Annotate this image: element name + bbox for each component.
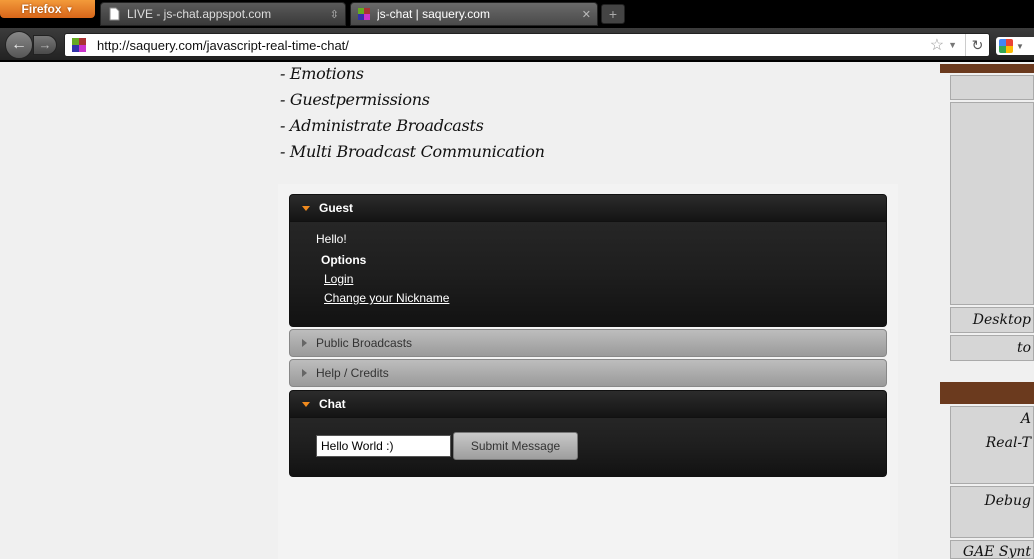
- feature-item: - Multi Broadcast Communication: [280, 142, 545, 161]
- search-engine-selector[interactable]: ▼: [996, 37, 1034, 55]
- sidebar-header-bar: [940, 64, 1034, 73]
- panel-title: Help / Credits: [316, 366, 389, 380]
- sidebar-box: [950, 75, 1034, 100]
- page-content: - Emotions - Guestpermissions - Administ…: [0, 64, 1034, 559]
- firefox-menu-button[interactable]: Firefox ▼: [0, 0, 95, 18]
- close-tab-icon[interactable]: ✕: [582, 8, 591, 21]
- sidebar-link-box[interactable]: A Real-T: [950, 406, 1034, 484]
- expanded-arrow-icon: [302, 205, 310, 211]
- tab-live-js-chat[interactable]: LIVE - js-chat.appspot.com ⇳: [100, 2, 346, 26]
- navigation-toolbar: ← → http://saquery.com/javascript-real-t…: [0, 28, 1034, 62]
- feature-item: - Emotions: [280, 64, 364, 83]
- feature-list: - Emotions - Guestpermissions - Administ…: [280, 64, 680, 168]
- submit-message-button[interactable]: Submit Message: [453, 432, 578, 460]
- tab-title: js-chat | saquery.com: [377, 7, 490, 21]
- sidebar-link[interactable]: Real-T: [951, 431, 1031, 455]
- chevron-down-icon: ▼: [1016, 41, 1024, 51]
- new-tab-button[interactable]: +: [601, 4, 625, 24]
- chat-panel-body: Submit Message: [289, 418, 887, 477]
- site-favicon-icon: [72, 38, 86, 52]
- sidebar-link[interactable]: Debug: [950, 486, 1034, 538]
- chat-widget: Guest Hello! Options Login Change your N…: [278, 184, 898, 559]
- sidebar-link[interactable]: GAE Synt: [950, 540, 1034, 559]
- reload-button[interactable]: ↻: [965, 34, 989, 56]
- firefox-menu-label: Firefox: [21, 2, 62, 16]
- chat-panel-header[interactable]: Chat: [289, 390, 887, 418]
- page-icon: [109, 7, 120, 21]
- sidebar-link[interactable]: Desktop: [950, 307, 1034, 333]
- chevron-down-icon: ▼: [65, 4, 74, 14]
- chat-message-input[interactable]: [316, 435, 451, 457]
- change-nickname-link[interactable]: Change your Nickname: [324, 291, 449, 305]
- tab-js-chat-saquery[interactable]: js-chat | saquery.com ✕: [350, 2, 598, 26]
- options-heading: Options: [321, 253, 367, 267]
- collapsed-arrow-icon: [302, 339, 307, 347]
- right-sidebar: Desktop to A Real-T Debug GAE Synt: [940, 64, 1034, 559]
- tab-title: LIVE - js-chat.appspot.com: [127, 7, 272, 21]
- collapsed-arrow-icon: [302, 369, 307, 377]
- feature-item: - Administrate Broadcasts: [280, 116, 484, 135]
- public-broadcasts-header[interactable]: Public Broadcasts: [289, 329, 887, 357]
- sidebar-section-bar: [940, 382, 1034, 404]
- login-link[interactable]: Login: [324, 272, 353, 286]
- url-text[interactable]: http://saquery.com/javascript-real-time-…: [97, 38, 930, 53]
- google-icon: [999, 39, 1013, 53]
- tab-strip: Firefox ▼ LIVE - js-chat.appspot.com ⇳ j…: [0, 0, 1034, 28]
- address-bar[interactable]: http://saquery.com/javascript-real-time-…: [64, 33, 990, 57]
- panel-title: Guest: [319, 201, 354, 215]
- panel-title: Chat: [319, 397, 346, 411]
- sidebar-image-box: [950, 102, 1034, 305]
- bookmark-star-icon[interactable]: ☆: [930, 35, 944, 55]
- guest-panel-body: Hello! Options Login Change your Nicknam…: [289, 222, 887, 327]
- history-dropdown-icon[interactable]: ▼: [948, 40, 957, 50]
- feature-item: - Guestpermissions: [280, 90, 430, 109]
- expanded-arrow-icon: [302, 401, 310, 407]
- guest-panel-header[interactable]: Guest: [289, 194, 887, 222]
- tab-scroll-icon: ⇳: [329, 8, 339, 21]
- help-credits-header[interactable]: Help / Credits: [289, 359, 887, 387]
- sidebar-link[interactable]: to: [950, 335, 1034, 361]
- forward-button[interactable]: →: [33, 35, 57, 55]
- greeting-text: Hello!: [316, 232, 347, 246]
- site-favicon-icon: [358, 8, 370, 20]
- sidebar-link[interactable]: A: [951, 407, 1031, 431]
- panel-title: Public Broadcasts: [316, 336, 413, 350]
- back-button[interactable]: ←: [5, 31, 33, 59]
